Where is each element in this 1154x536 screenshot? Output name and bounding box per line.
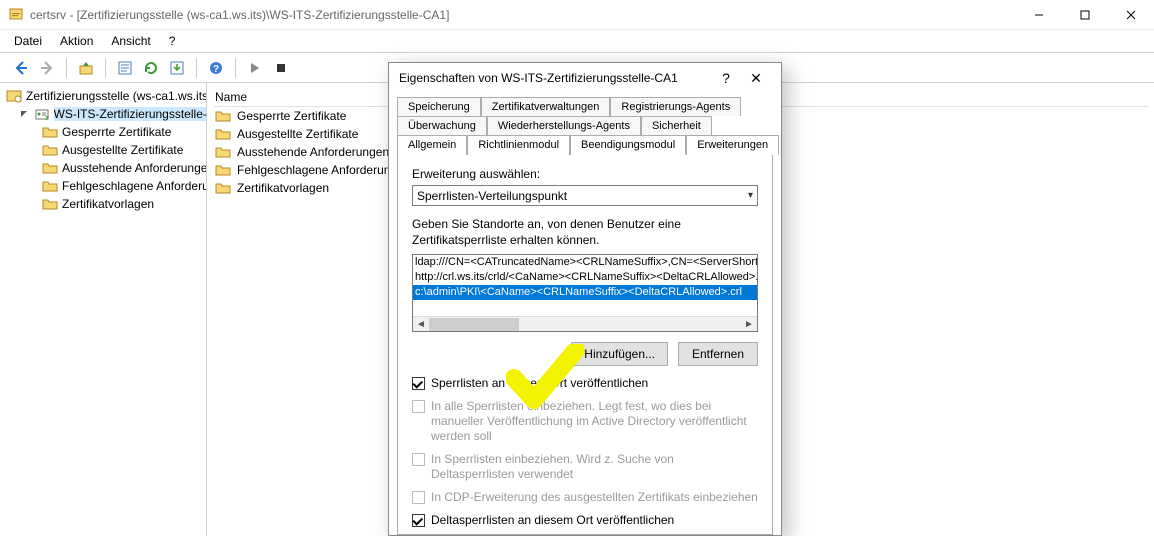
tab-ueberwachung[interactable]: Überwachung <box>397 116 487 135</box>
folder-icon <box>215 108 231 124</box>
menu-help[interactable]: ? <box>161 32 184 50</box>
checkbox-icon <box>412 491 425 504</box>
dialog-help-button[interactable]: ? <box>711 66 741 90</box>
nav-back-button[interactable] <box>10 57 32 79</box>
tree-root-label: Zertifizierungsstelle (ws-ca1.ws.its) <box>26 89 206 103</box>
properties-button[interactable] <box>114 57 136 79</box>
dialog-close-button[interactable]: ✕ <box>741 66 771 90</box>
folder-icon <box>42 142 58 158</box>
tab-wiederh[interactable]: Wiederherstellungs-Agents <box>487 116 641 135</box>
horizontal-scrollbar[interactable]: ◄ ► <box>413 316 757 331</box>
menubar: Datei Aktion Ansicht ? <box>0 30 1154 52</box>
folder-icon <box>215 144 231 160</box>
folder-icon <box>42 124 58 140</box>
tab-beendigung[interactable]: Beendigungsmodul <box>570 135 686 155</box>
stop-button[interactable] <box>270 57 292 79</box>
folder-icon <box>42 196 58 212</box>
expander-icon[interactable] <box>20 109 30 120</box>
tab-richtlinien[interactable]: Richtlinienmodul <box>467 135 570 155</box>
tab-zertverwalt[interactable]: Zertifikatverwaltungen <box>481 97 611 116</box>
chk-include-all: In alle Sperrlisten einbeziehen. Legt fe… <box>412 399 758 444</box>
tab-regagents[interactable]: Registrierungs-Agents <box>610 97 741 116</box>
export-button[interactable] <box>166 57 188 79</box>
dialog-title: Eigenschaften von WS-ITS-Zertifizierungs… <box>399 71 678 85</box>
tab-speicherung[interactable]: Speicherung <box>397 97 481 116</box>
folder-icon <box>42 160 58 176</box>
extension-select[interactable]: Sperrlisten-Verteilungspunkt ▾ <box>412 185 758 206</box>
chk-publish-crl[interactable]: Sperrlisten an diesem Ort veröffentliche… <box>412 376 758 391</box>
chevron-down-icon: ▾ <box>748 190 753 201</box>
menu-file[interactable]: Datei <box>6 32 50 50</box>
checkbox-icon[interactable] <box>412 514 425 527</box>
tree-root[interactable]: Zertifizierungsstelle (ws-ca1.ws.its) <box>4 87 206 105</box>
chk-include-crl: In Sperrlisten einbeziehen. Wird z. Such… <box>412 452 758 482</box>
tab-panel: Erweiterung auswählen: Sperrlisten-Verte… <box>397 154 773 535</box>
ca-icon <box>34 106 50 122</box>
folder-icon <box>215 180 231 196</box>
folder-icon <box>215 126 231 142</box>
folder-icon <box>42 178 58 194</box>
refresh-button[interactable] <box>140 57 162 79</box>
locations-listbox[interactable]: ldap:///CN=<CATruncatedName><CRLNameSuff… <box>412 254 758 332</box>
menu-action[interactable]: Aktion <box>52 32 101 50</box>
checkbox-icon[interactable] <box>412 377 425 390</box>
window-minimize-button[interactable] <box>1016 0 1062 30</box>
dialog-titlebar: Eigenschaften von WS-ITS-Zertifizierungs… <box>389 63 781 93</box>
tree-ca[interactable]: WS-ITS-Zertifizierungsstelle-CA1 <box>4 105 206 123</box>
checkbox-icon <box>412 453 425 466</box>
checkbox-list: Sperrlisten an diesem Ort veröffentliche… <box>412 376 758 535</box>
tab-allgemein[interactable]: Allgemein <box>397 135 467 155</box>
scroll-thumb[interactable] <box>429 318 519 331</box>
chk-delta-publish[interactable]: Deltasperrlisten an diesem Ort veröffent… <box>412 513 758 528</box>
tree-pane[interactable]: Zertifizierungsstelle (ws-ca1.ws.its) WS… <box>0 83 207 536</box>
play-button[interactable] <box>244 57 266 79</box>
extension-description: Geben Sie Standorte an, von denen Benutz… <box>412 216 758 248</box>
svg-text:?: ? <box>213 64 219 75</box>
tree-node-pending[interactable]: Ausstehende Anforderungen <box>4 159 206 177</box>
extension-select-value: Sperrlisten-Verteilungspunkt <box>417 189 748 203</box>
chk-cdp-ext: In CDP-Erweiterung des ausgestellten Zer… <box>412 490 758 505</box>
tab-erweiterungen[interactable]: Erweiterungen <box>686 135 779 155</box>
add-button[interactable]: Hinzufügen... <box>571 342 668 366</box>
app-icon <box>8 7 24 23</box>
window-close-button[interactable] <box>1108 0 1154 30</box>
location-item[interactable]: ldap:///CN=<CATruncatedName><CRLNameSuff… <box>413 255 757 270</box>
scroll-left-icon[interactable]: ◄ <box>413 317 429 332</box>
tree-node-failed[interactable]: Fehlgeschlagene Anforderungen <box>4 177 206 195</box>
location-item-selected[interactable]: c:\admin\PKI\<CaName><CRLNameSuffix><Del… <box>413 285 757 300</box>
titlebar: certsrv - [Zertifizierungsstelle (ws-ca1… <box>0 0 1154 30</box>
tree-node-revoked[interactable]: Gesperrte Zertifikate <box>4 123 206 141</box>
tree-node-templates[interactable]: Zertifikatvorlagen <box>4 195 206 213</box>
tree-node-issued[interactable]: Ausgestellte Zertifikate <box>4 141 206 159</box>
window-maximize-button[interactable] <box>1062 0 1108 30</box>
location-item[interactable]: http://crl.ws.its/crld/<CaName><CRLNameS… <box>413 270 757 285</box>
ca-root-icon <box>6 88 22 104</box>
tree-ca-label: WS-ITS-Zertifizierungsstelle-CA1 <box>54 107 207 121</box>
up-button[interactable] <box>75 57 97 79</box>
nav-forward-button[interactable] <box>36 57 58 79</box>
checkbox-icon <box>412 400 425 413</box>
scroll-right-icon[interactable]: ► <box>741 317 757 332</box>
menu-view[interactable]: Ansicht <box>103 32 158 50</box>
help-button[interactable]: ? <box>205 57 227 79</box>
remove-button[interactable]: Entfernen <box>678 342 758 366</box>
properties-dialog: Eigenschaften von WS-ITS-Zertifizierungs… <box>388 62 782 536</box>
tab-strip: Speicherung Zertifikatverwaltungen Regis… <box>389 93 781 154</box>
tab-sicherheit[interactable]: Sicherheit <box>641 116 712 135</box>
folder-icon <box>215 162 231 178</box>
extension-select-label: Erweiterung auswählen: <box>412 167 758 181</box>
window-title: certsrv - [Zertifizierungsstelle (ws-ca1… <box>30 8 449 22</box>
